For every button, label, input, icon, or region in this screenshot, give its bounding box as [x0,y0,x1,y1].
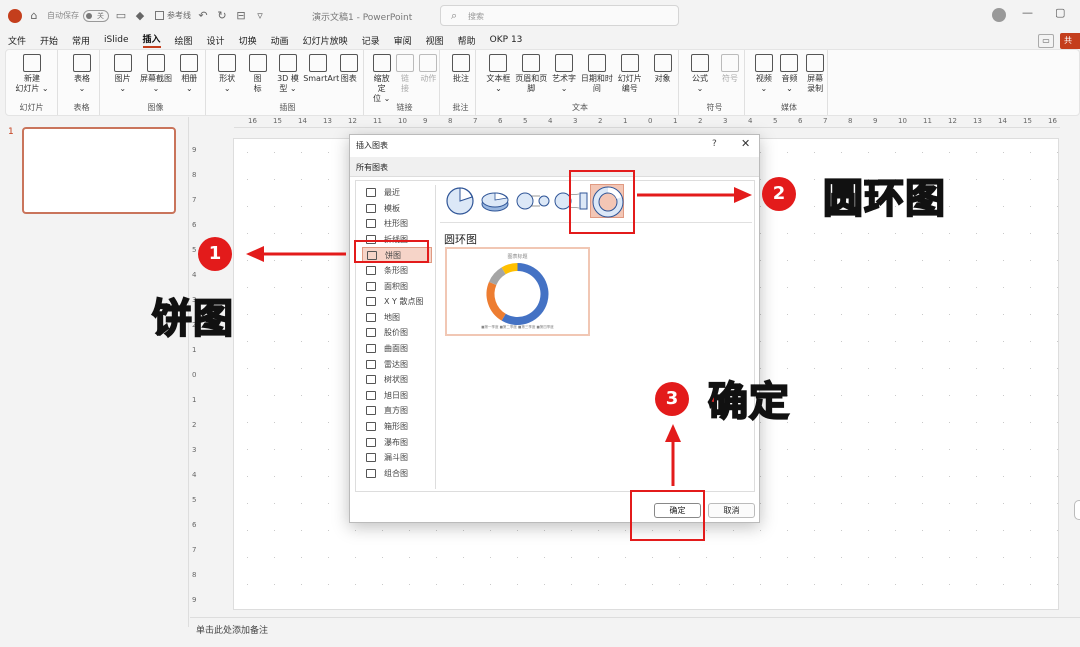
step-2-badge: 2 [762,177,796,211]
arrow-to-ok [665,424,681,486]
step-3-label: 确定 [707,378,790,426]
step-2-label: 圆环图 [822,175,946,223]
arrow-to-pie [246,246,346,262]
step-3-badge: 3 [655,382,689,416]
powerpoint-window: { "titlebar": { "autosave_label": "自动保存"… [0,0,1080,647]
step-1-badge: 1 [198,237,232,271]
arrow-to-doughnut [637,187,752,203]
step-1-label: 饼图 [151,295,234,343]
